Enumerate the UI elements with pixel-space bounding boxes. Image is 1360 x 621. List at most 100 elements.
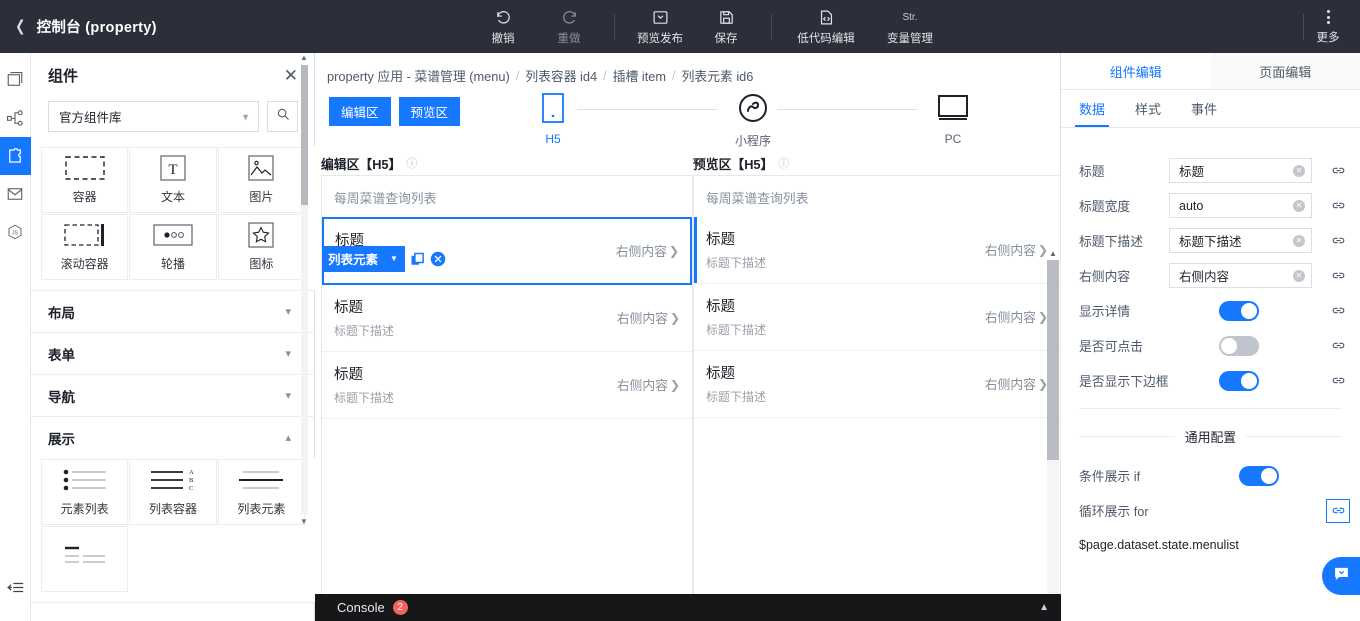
- condition-if-toggle[interactable]: [1239, 465, 1279, 486]
- undo-button[interactable]: 撤销: [470, 0, 536, 53]
- toolbar-divider-1: [614, 13, 615, 40]
- list-row[interactable]: 标题 标题下描述 右侧内容 ❯: [322, 352, 692, 419]
- link-icon[interactable]: [1324, 268, 1352, 283]
- title-input[interactable]: 标题 ✕: [1169, 158, 1312, 183]
- subtitle-input[interactable]: 标题下描述 ✕: [1169, 228, 1312, 253]
- string-type-icon: Str.: [902, 11, 918, 23]
- tab-page-edit[interactable]: 页面编辑: [1210, 53, 1360, 89]
- lowcode-edit-button[interactable]: 低代码编辑: [784, 0, 868, 53]
- component-section-label: 表单: [48, 347, 75, 363]
- field-row-condition-if: 条件展示 if: [1061, 458, 1360, 493]
- save-button[interactable]: 保存: [693, 0, 759, 53]
- component-tile-container[interactable]: 容器: [41, 147, 129, 213]
- link-icon[interactable]: [1324, 163, 1352, 178]
- link-icon[interactable]: [1324, 303, 1352, 318]
- preview-canvas[interactable]: 每周菜谱查询列表 标题 标题下描述 右侧内容 ❯ 标题 标题下描述 右侧内容 ❯…: [693, 175, 1061, 600]
- variable-manage-button[interactable]: Str. 变量管理: [868, 0, 952, 53]
- list-row[interactable]: 标题 标题下描述 右侧内容 ❯: [694, 284, 1060, 351]
- scroll-down-icon[interactable]: ▼: [300, 517, 308, 526]
- right-content-input[interactable]: 右侧内容 ✕: [1169, 263, 1312, 288]
- list-row[interactable]: 标题 标题下描述 右侧内容 ❯: [694, 351, 1060, 418]
- breadcrumb-item-element[interactable]: 列表元素 id6: [682, 66, 754, 85]
- link-icon[interactable]: [1326, 498, 1350, 523]
- show-detail-toggle[interactable]: [1219, 300, 1259, 321]
- component-library-select[interactable]: 官方组件库 ▼: [48, 101, 259, 132]
- more-button[interactable]: 更多: [1304, 0, 1352, 53]
- component-section-form: 表单 ▾: [31, 333, 315, 375]
- subtab-data[interactable]: 数据: [1074, 90, 1110, 127]
- scrollbar-thumb[interactable]: [1047, 260, 1059, 460]
- tab-component-edit[interactable]: 组件编辑: [1061, 53, 1211, 89]
- component-tile-text[interactable]: T 文本: [129, 147, 217, 213]
- component-library-value: 官方组件库: [59, 111, 122, 125]
- edit-canvas[interactable]: 每周菜谱查询列表 标题 标题下描述 右侧内容 ❯ 标题 标题下描述: [321, 175, 693, 600]
- rail-item-js[interactable]: JS: [0, 213, 31, 251]
- app-title: 控制台 (property): [36, 20, 157, 36]
- scrollbar-thumb[interactable]: [301, 65, 308, 205]
- search-button[interactable]: [267, 101, 298, 132]
- component-tile-element-list[interactable]: 元素列表: [41, 459, 129, 525]
- subtab-event[interactable]: 事件: [1191, 90, 1217, 127]
- breadcrumb-item-container[interactable]: 列表容器 id4: [525, 66, 597, 85]
- component-tile-icon[interactable]: 图标: [217, 214, 305, 280]
- link-icon[interactable]: [1324, 233, 1352, 248]
- component-tile-image[interactable]: 图片: [217, 147, 305, 213]
- monitor-icon: [936, 93, 970, 128]
- component-tile-carousel[interactable]: 轮播: [129, 214, 217, 280]
- chat-support-button[interactable]: [1322, 557, 1360, 595]
- rail-item-window[interactable]: [0, 61, 31, 99]
- subtab-style[interactable]: 样式: [1135, 90, 1161, 127]
- rail-item-components[interactable]: [0, 137, 31, 175]
- preview-area-button[interactable]: 预览区: [398, 97, 461, 126]
- component-section-header-layout[interactable]: 布局 ▾: [31, 291, 315, 332]
- component-section-header-display[interactable]: 展示 ▴: [31, 417, 315, 458]
- components-panel-scrollbar[interactable]: ▲ ▼: [300, 53, 308, 528]
- row-right-text: 右侧内容: [984, 310, 1036, 325]
- component-tile-scroll-container[interactable]: 滚动容器: [41, 214, 129, 280]
- title-width-input[interactable]: auto ✕: [1169, 193, 1312, 218]
- close-icon[interactable]: ✕: [284, 67, 298, 84]
- component-tile-list-container[interactable]: ABC 列表容器: [129, 459, 217, 525]
- component-section-header-form[interactable]: 表单 ▾: [31, 333, 315, 374]
- device-h5[interactable]: H5: [515, 93, 591, 146]
- search-icon: [276, 107, 290, 126]
- clear-icon[interactable]: ✕: [1293, 269, 1305, 282]
- clear-icon[interactable]: ✕: [1293, 199, 1305, 212]
- scroll-up-icon[interactable]: ▲: [300, 53, 308, 62]
- back-button[interactable]: ❮ 控制台 (property): [0, 0, 157, 53]
- link-icon[interactable]: [1324, 338, 1352, 353]
- clickable-toggle[interactable]: [1219, 335, 1259, 356]
- lowcode-icon: [818, 8, 835, 28]
- breadcrumb-item-app[interactable]: property 应用 - 菜谱管理 (menu): [327, 66, 510, 85]
- chevron-up-icon[interactable]: ▲: [1039, 602, 1049, 613]
- component-tile-partial[interactable]: [41, 526, 129, 592]
- chat-icon: [1333, 565, 1350, 587]
- list-row[interactable]: 标题 标题下描述 右侧内容 ❯: [322, 285, 692, 352]
- edit-area-button[interactable]: 编辑区: [329, 97, 391, 126]
- console-bar[interactable]: Console 2 ▲: [315, 594, 1061, 621]
- list-element-icon: [237, 467, 285, 493]
- breadcrumb-item-slot[interactable]: 插槽 item: [613, 66, 666, 85]
- scroll-up-icon[interactable]: ▲: [1049, 249, 1057, 258]
- info-icon[interactable]: ⓘ: [406, 155, 417, 171]
- list-row[interactable]: 标题 标题下描述 右侧内容 ❯: [694, 217, 1060, 284]
- rail-item-assets[interactable]: [0, 175, 31, 213]
- preview-publish-button[interactable]: 预览发布: [627, 0, 693, 53]
- component-section-header-nav[interactable]: 导航 ▾: [31, 375, 315, 416]
- clear-icon[interactable]: ✕: [1293, 234, 1305, 247]
- canvas-vertical-scrollbar[interactable]: ▲ ▼: [1047, 249, 1059, 621]
- close-circle-icon[interactable]: [430, 251, 447, 268]
- clear-icon[interactable]: ✕: [1293, 164, 1305, 177]
- selection-component-name[interactable]: 列表元素 ▼: [322, 246, 405, 272]
- copy-icon[interactable]: [409, 251, 426, 268]
- rail-collapse-button[interactable]: [0, 578, 31, 597]
- component-tile-list-element[interactable]: 列表元素: [217, 459, 305, 525]
- device-pc[interactable]: PC: [915, 93, 991, 146]
- link-icon[interactable]: [1324, 373, 1352, 388]
- rail-item-sitemap[interactable]: [0, 99, 31, 137]
- link-icon[interactable]: [1324, 198, 1352, 213]
- device-miniprogram[interactable]: 小程序: [715, 93, 791, 149]
- redo-button[interactable]: 重做: [536, 0, 602, 53]
- info-icon[interactable]: ⓘ: [778, 155, 789, 171]
- bottom-border-toggle[interactable]: [1219, 370, 1259, 391]
